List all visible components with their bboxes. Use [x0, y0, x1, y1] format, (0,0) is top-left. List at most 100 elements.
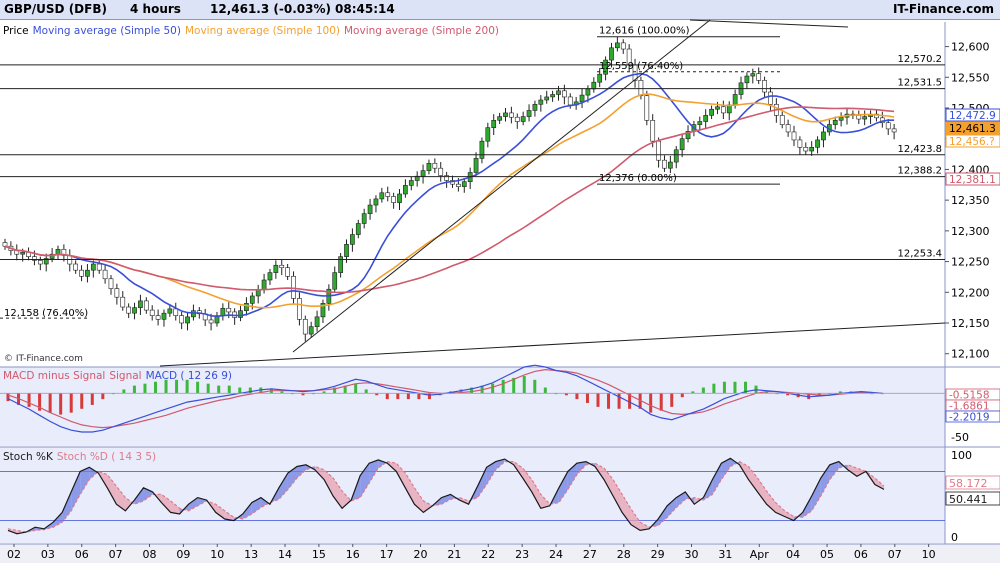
time-axis-label: 17	[380, 548, 394, 561]
candle-up	[744, 75, 750, 84]
candle-up	[403, 185, 408, 195]
price-tick-label: 12,350	[951, 194, 990, 207]
candle-down	[297, 298, 302, 320]
candle-down	[226, 307, 232, 313]
price-legend-item: Moving average (Simple 100)	[185, 25, 340, 37]
macd-histogram-bar	[27, 393, 31, 407]
candle-up	[191, 310, 196, 318]
stoch-legend-item: Stoch %K	[3, 451, 54, 463]
time-axis-label: 27	[583, 548, 597, 561]
macd-histogram-bar	[396, 393, 400, 400]
macd-histogram-bar	[491, 383, 495, 394]
candle-down	[803, 147, 809, 152]
macd-histogram-bar	[649, 393, 653, 413]
candle-up	[615, 42, 620, 49]
macd-histogram-bar	[680, 393, 684, 398]
candle-up	[55, 248, 61, 255]
candle-down	[96, 263, 102, 271]
candle-up	[668, 161, 673, 169]
candle-down	[126, 306, 132, 314]
time-axis-label: Apr	[750, 548, 770, 561]
macd-histogram-bar	[80, 393, 84, 409]
candle-down	[179, 315, 185, 324]
candle-up	[20, 252, 26, 255]
candle-up	[821, 131, 826, 141]
candle-up	[832, 119, 838, 125]
candle-up	[379, 192, 385, 200]
candle-up	[355, 223, 361, 235]
macd-histogram-bar	[132, 385, 136, 394]
price-legend-item: Moving average (Simple 200)	[344, 25, 499, 37]
candle-up	[397, 193, 402, 203]
candle-down	[73, 263, 79, 271]
candle-up	[491, 119, 497, 128]
candle-up	[579, 94, 585, 103]
candle-up	[485, 127, 491, 142]
candle-down	[768, 91, 773, 105]
macd-histogram-bar	[575, 393, 579, 400]
candle-up	[344, 244, 349, 257]
macd-histogram-bar	[48, 393, 52, 413]
candle-up	[497, 116, 502, 121]
time-axis-label: 13	[244, 548, 258, 561]
candle-up	[255, 289, 261, 297]
candle-down	[2, 242, 8, 247]
candle-down	[155, 315, 161, 320]
macd-histogram-bar	[154, 381, 157, 394]
macd-value-label: -2.2019	[949, 412, 990, 424]
macd-histogram-bar	[364, 389, 368, 394]
price-tick-label: 12,300	[951, 225, 990, 238]
candle-down	[285, 267, 290, 277]
price-tick-label: 12,200	[951, 286, 990, 299]
time-axis-label: 21	[447, 548, 461, 561]
price-tag-label: 12,456.?	[949, 136, 995, 148]
candle-up	[815, 139, 820, 148]
candle-up	[220, 307, 226, 316]
candle-down	[208, 319, 214, 324]
macd-histogram-bar	[217, 385, 221, 394]
candle-up	[420, 170, 426, 177]
candle-down	[762, 80, 767, 93]
time-axis-label: 10	[922, 548, 936, 561]
candle-up	[809, 147, 815, 152]
candle-up	[591, 81, 597, 90]
candle-down	[438, 167, 444, 176]
macd-histogram-bar	[196, 381, 200, 394]
price-tick-label: 12,100	[951, 348, 990, 361]
candle-up	[132, 307, 137, 314]
time-axis-label: 05	[820, 548, 834, 561]
candle-up	[373, 198, 379, 206]
candle-down	[79, 269, 84, 277]
candle-down	[650, 119, 656, 142]
macd-histogram-bar	[712, 383, 716, 394]
candle-down	[102, 269, 108, 280]
candle-up	[244, 303, 249, 312]
price-tag-label: 12,472.9	[949, 110, 996, 122]
candle-up	[697, 121, 703, 125]
price-legend-item: Price	[3, 25, 29, 37]
candle-up	[838, 116, 844, 121]
macd-histogram-bar	[670, 393, 674, 407]
candle-up	[520, 116, 526, 122]
stoch-legend-item: Stoch %D ( 14 3 5)	[57, 451, 156, 463]
macd-histogram-bar	[733, 381, 737, 394]
macd-histogram-bar	[522, 375, 526, 394]
macd-histogram-bar	[206, 383, 210, 394]
candle-up	[715, 106, 720, 110]
candle-down	[856, 115, 862, 120]
candle-down	[720, 106, 726, 114]
candle-up	[479, 140, 485, 159]
level-label: 12,253.4	[897, 248, 942, 259]
time-axis-label: 07	[888, 548, 902, 561]
stoch-value-label: 50.441	[949, 493, 988, 506]
macd-histogram-bar	[607, 393, 611, 409]
time-axis-label: 09	[176, 548, 190, 561]
macd-histogram-bar	[69, 393, 73, 413]
candle-down	[120, 296, 126, 308]
macd-histogram-bar	[596, 393, 600, 407]
macd-histogram-bar	[143, 383, 147, 394]
macd-histogram-bar	[238, 387, 242, 394]
fibonacci-label: 12,616 (100.00%)	[599, 26, 690, 37]
macd-histogram-bar	[59, 393, 63, 415]
candle-down	[562, 90, 567, 98]
